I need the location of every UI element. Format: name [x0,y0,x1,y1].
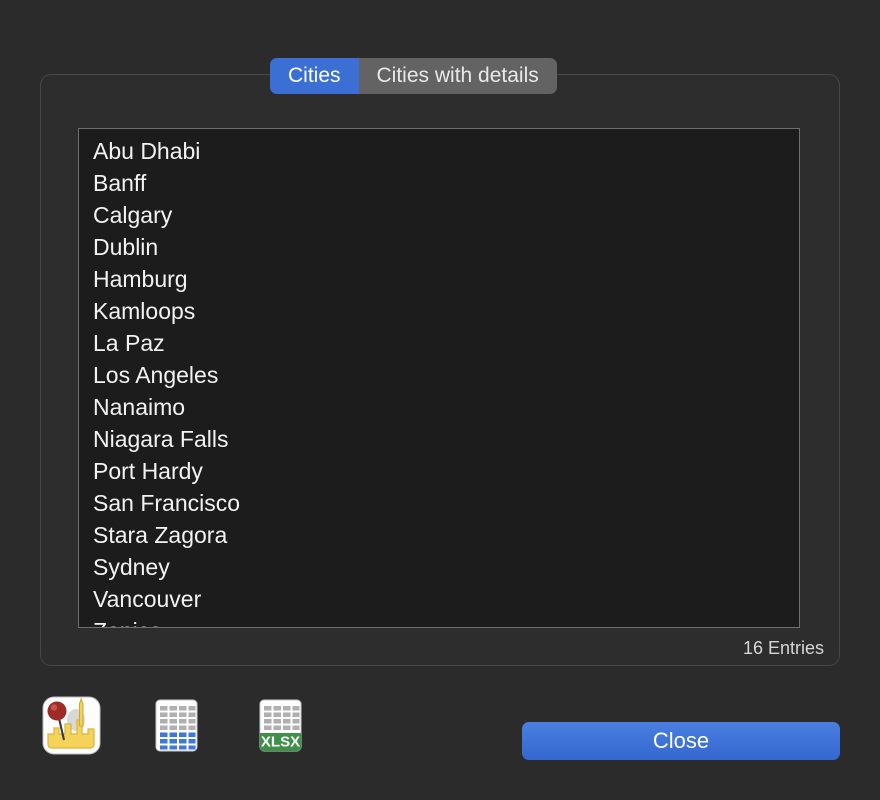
list-item[interactable]: Los Angeles [79,359,799,391]
tab-bar: Cities Cities with details [270,58,557,94]
list-item[interactable]: Niagara Falls [79,423,799,455]
table-grid-icon[interactable] [147,696,206,755]
entries-count-label: 16 Entries [742,638,824,658]
xlsx-export-icon[interactable]: XLSX [251,696,310,755]
cities-listbox[interactable]: Abu Dhabi Banff Calgary Dublin Hamburg Kamloo… [78,128,800,628]
list-item[interactable]: Port Hardy [79,455,799,487]
list-item[interactable]: Calgary [79,199,799,231]
list-item[interactable]: Hamburg [79,263,799,295]
list-item[interactable]: La Paz [79,327,799,359]
list-item[interactable]: San Francisco [79,487,799,519]
close-button[interactable]: Close [522,722,840,760]
tab-cities-with-details[interactable]: Cities with details [358,58,557,94]
xlsx-export-icon-glyph: XLSX [259,699,302,752]
list-item[interactable]: Vancouver [79,583,799,615]
city-map-pin-icon-glyph [42,696,101,755]
list-item[interactable]: Zenica [79,615,799,627]
city-map-pin-icon[interactable] [42,696,101,755]
cities-list: Abu Dhabi Banff Calgary Dublin Hamburg Kamloo… [79,129,799,627]
table-grid-icon-glyph [155,699,198,752]
list-item[interactable]: Banff [79,167,799,199]
xlsx-label: XLSX [261,734,300,751]
list-item[interactable]: Dublin [79,231,799,263]
tab-cities[interactable]: Cities [270,58,359,94]
tab-cities-label: Cities [288,64,341,87]
tab-cities-with-details-label: Cities with details [376,64,539,87]
list-item[interactable]: Kamloops [79,295,799,327]
list-item[interactable]: Nanaimo [79,391,799,423]
list-item[interactable]: Stara Zagora [79,519,799,551]
list-item[interactable]: Sydney [79,551,799,583]
list-item[interactable]: Abu Dhabi [79,135,799,167]
